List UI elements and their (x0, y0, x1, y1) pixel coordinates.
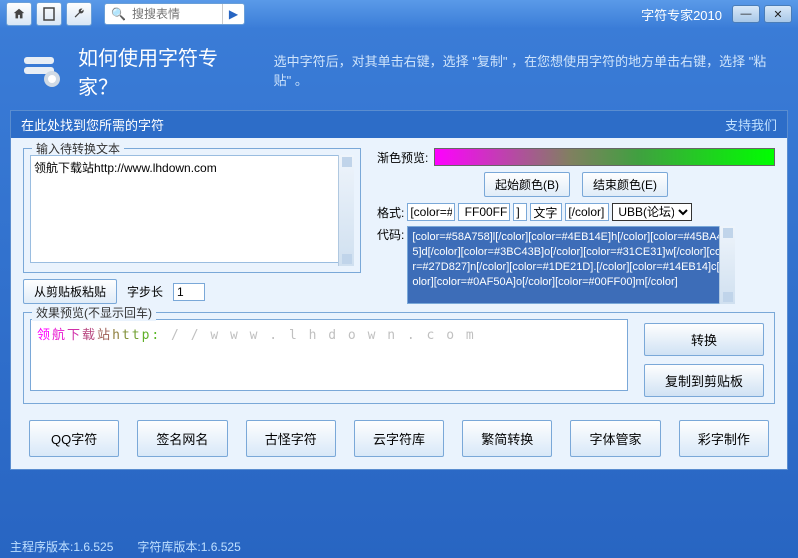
format-label: 格式: (377, 204, 404, 221)
step-input[interactable] (173, 283, 205, 301)
doc-button[interactable] (36, 2, 62, 26)
format-part5[interactable] (565, 203, 609, 221)
format-text[interactable] (530, 203, 562, 221)
gradient-preview (434, 148, 775, 166)
search-icon: 🔍 (105, 7, 132, 21)
tab-font-manager[interactable]: 字体管家 (570, 420, 660, 457)
banner-icon (22, 53, 64, 89)
convert-button[interactable]: 转换 (644, 323, 764, 356)
search-input[interactable] (132, 5, 222, 23)
end-color-button[interactable]: 结束颜色(E) (582, 172, 668, 197)
tab-trad-simp[interactable]: 繁简转换 (462, 420, 552, 457)
home-button[interactable] (6, 2, 32, 26)
status-main-version: 主程序版本:1.6.525 (10, 538, 113, 555)
copy-button[interactable]: 复制到剪贴板 (644, 364, 764, 397)
input-textarea[interactable]: 领航下载站http://www.lhdown.com (30, 155, 354, 263)
code-label: 代码: (377, 226, 404, 243)
scrollbar[interactable] (719, 226, 735, 304)
tab-weird-chars[interactable]: 古怪字符 (246, 420, 336, 457)
search-go-button[interactable]: ▶ (222, 4, 244, 24)
status-lib-version: 字符库版本:1.6.525 (137, 538, 240, 555)
document-icon (43, 7, 55, 21)
banner-title: 如何使用字符专家？ (78, 42, 250, 100)
support-link[interactable]: 支持我们 (725, 115, 777, 134)
format-select[interactable]: UBB(论坛) (612, 203, 692, 221)
start-color-button[interactable]: 起始颜色(B) (484, 172, 570, 197)
code-output[interactable]: [color=#58A758]l[/color][color=#4EB14E]h… (407, 226, 735, 304)
step-label: 字步长 (127, 283, 163, 300)
preview-output: 领航下载站http: / / w w w . l h d o w n . c o… (30, 319, 628, 391)
tab-cloud-lib[interactable]: 云字符库 (354, 420, 444, 457)
gradient-label: 渐色预览: (377, 149, 428, 166)
app-title: 字符专家2010 (245, 5, 732, 24)
search-box: 🔍 ▶ (104, 3, 245, 25)
format-part3[interactable] (513, 203, 527, 221)
wrench-icon (72, 7, 86, 21)
preview-label: 效果预览(不显示回车) (32, 304, 156, 321)
settings-button[interactable] (66, 2, 92, 26)
close-button[interactable]: ✕ (764, 5, 792, 23)
tab-color-text[interactable]: 彩字制作 (679, 420, 769, 457)
format-color[interactable] (458, 203, 510, 221)
format-part1[interactable] (407, 203, 455, 221)
paste-button[interactable]: 从剪贴板粘贴 (23, 279, 117, 304)
tab-qq-chars[interactable]: QQ字符 (29, 420, 119, 457)
minimize-button[interactable]: — (732, 5, 760, 23)
panel-heading: 在此处找到您所需的字符 (21, 115, 164, 134)
banner-description: 选中字符后，对其单击右键，选择 "复制" ，在您想使用字符的地方单击右键，选择 … (274, 52, 776, 91)
tab-signature[interactable]: 签名网名 (137, 420, 227, 457)
home-icon (12, 7, 26, 21)
scrollbar[interactable] (338, 155, 354, 266)
